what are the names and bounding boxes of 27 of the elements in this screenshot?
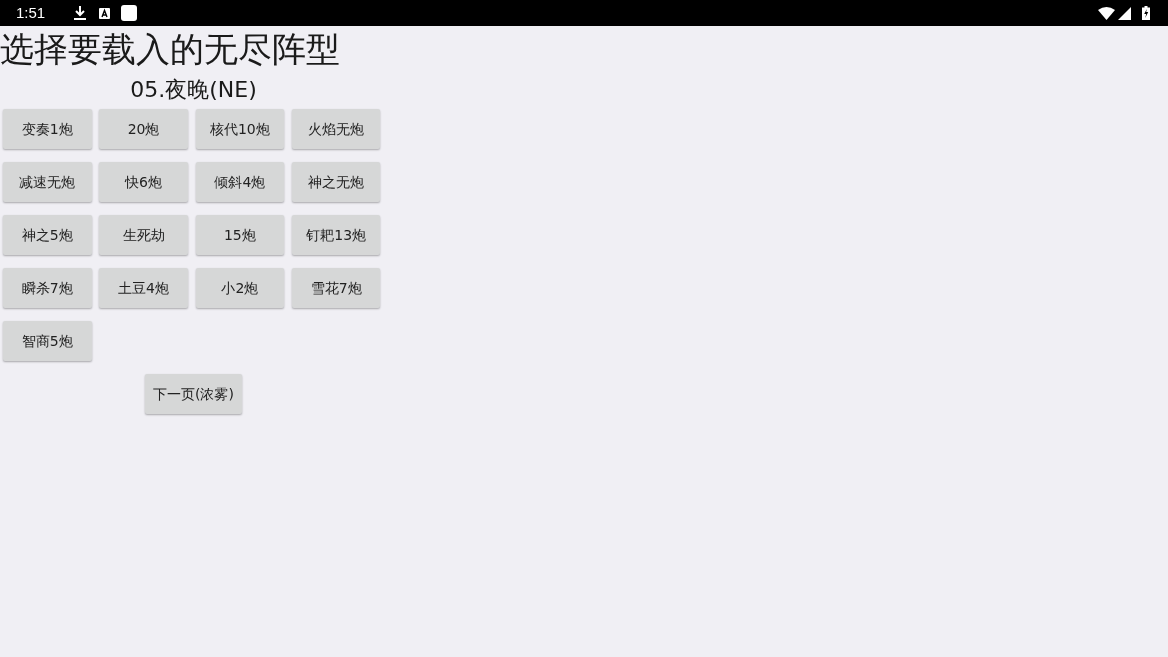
formation-button[interactable]: 火焰无炮 xyxy=(291,109,381,149)
wifi-icon xyxy=(1098,6,1115,20)
formation-button[interactable]: 神之无炮 xyxy=(291,162,381,202)
formation-button[interactable]: 小2炮 xyxy=(195,268,285,308)
formation-button[interactable]: 瞬杀7炮 xyxy=(3,268,92,308)
next-page-button[interactable]: 下一页(浓雾) xyxy=(145,374,242,414)
formation-button[interactable]: 钉耙13炮 xyxy=(291,215,381,255)
formation-button[interactable]: 快6炮 xyxy=(99,162,188,202)
formation-button[interactable]: 神之5炮 xyxy=(3,215,92,255)
rounded-square-icon xyxy=(121,5,138,21)
signal-icon xyxy=(1118,6,1131,20)
formation-button[interactable]: 15炮 xyxy=(195,215,285,255)
formation-button[interactable]: 雪花7炮 xyxy=(291,268,381,308)
formation-button[interactable]: 倾斜4炮 xyxy=(195,162,285,202)
clock-time: 1:51 xyxy=(16,3,46,23)
formation-button[interactable]: 20炮 xyxy=(99,109,188,149)
formation-button[interactable]: 生死劫 xyxy=(99,215,188,255)
battery-charging-icon xyxy=(1142,6,1150,20)
download-icon xyxy=(74,6,87,20)
formation-button[interactable]: 减速无炮 xyxy=(3,162,92,202)
formation-button[interactable]: 智商5炮 xyxy=(3,321,92,361)
formation-button[interactable]: 土豆4炮 xyxy=(99,268,188,308)
formation-button[interactable]: 变奏1炮 xyxy=(3,109,92,149)
page-subtitle: 05.夜晚(NE) xyxy=(129,76,258,104)
letter-tile-icon xyxy=(99,7,111,19)
formation-button[interactable]: 核代10炮 xyxy=(195,109,285,149)
page-title: 选择要载入的无尽阵型 xyxy=(0,29,341,69)
